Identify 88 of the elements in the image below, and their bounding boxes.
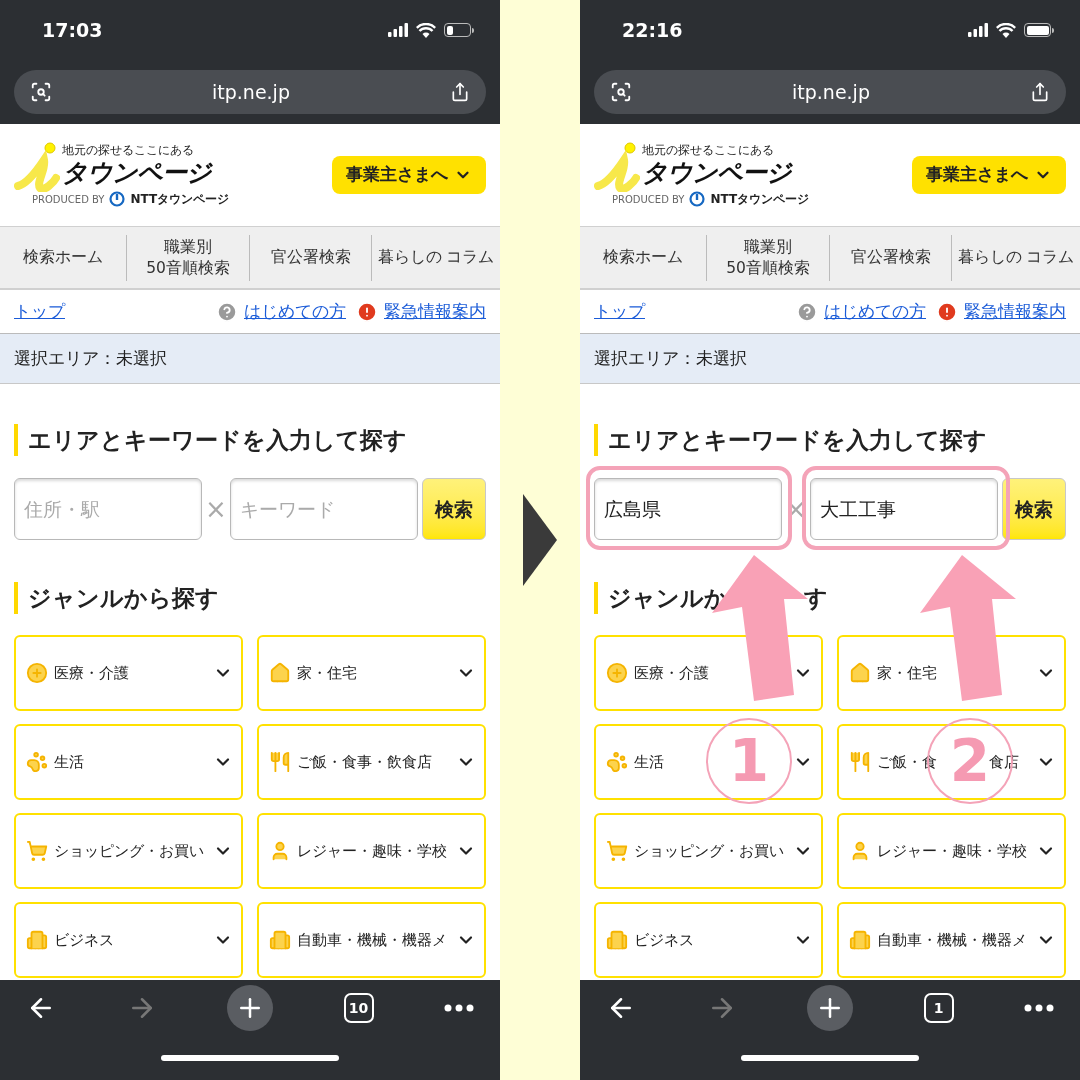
plus-circle-icon [26, 662, 48, 684]
genre-link[interactable]: 家・住宅 [297, 661, 357, 685]
more-icon[interactable] [1024, 1004, 1054, 1012]
nav-tab[interactable]: 官公署検索 [830, 234, 952, 281]
genre-link[interactable]: 生活 [54, 750, 84, 774]
wifi-icon [996, 22, 1016, 38]
business-button[interactable]: 事業主さまへ [912, 156, 1066, 194]
plus-circle-icon [606, 662, 628, 684]
address-bar[interactable]: itp.ne.jp [14, 70, 486, 114]
building-icon [606, 929, 628, 951]
genre-link[interactable]: ビジネス [54, 928, 114, 952]
more-icon[interactable] [444, 1004, 474, 1012]
info-link[interactable]: はじめての方 [824, 298, 926, 325]
nav-tab[interactable]: 検索ホーム [580, 234, 707, 281]
logo-i-icon [594, 142, 640, 192]
camera-search-icon[interactable] [30, 81, 52, 103]
keyword-field[interactable]: 大工工事 [810, 478, 998, 540]
logo-name: タウンページ [642, 158, 794, 188]
company-name: NTTタウンページ [130, 191, 230, 208]
logo-tagline: 地元の探せるここにある [62, 142, 195, 158]
house-icon [849, 662, 871, 684]
battery-icon [1024, 23, 1054, 37]
area-bar: 選択エリア：未選択 [0, 334, 500, 384]
nav-tab[interactable]: 職業別 50音順検索 [127, 234, 250, 281]
nav-tab[interactable]: 検索ホーム [0, 234, 127, 281]
share-icon[interactable] [450, 82, 470, 102]
help-icon [796, 300, 818, 323]
utensils-icon [849, 751, 871, 773]
building-icon [849, 929, 871, 951]
times-sign: × [204, 492, 228, 526]
alert-icon [356, 300, 378, 323]
genre-link[interactable]: 医療・介護 [634, 661, 709, 685]
wifi-icon [416, 22, 436, 38]
tab-count-button[interactable]: 1 [923, 993, 954, 1023]
signal-icon [388, 23, 408, 37]
cart-icon [26, 840, 48, 862]
share-icon[interactable] [1030, 82, 1050, 102]
genre-link[interactable]: 医療・介護 [54, 661, 129, 685]
produced-by-text: PRODUCED BY [32, 192, 105, 207]
top-link[interactable]: トップ [14, 298, 65, 325]
search-button[interactable]: 検索 [422, 478, 486, 540]
area-bar: 選択エリア：未選択 [580, 334, 1080, 384]
info-link[interactable]: はじめての方 [244, 298, 346, 325]
info-link[interactable]: 緊急情報案内 [964, 298, 1066, 325]
business-button[interactable]: 事業主さまへ [332, 156, 486, 194]
building-icon [26, 929, 48, 951]
battery-icon [444, 23, 474, 37]
nav-tab[interactable]: 職業別 50音順検索 [707, 234, 830, 281]
top-link[interactable]: トップ [594, 298, 645, 325]
section-heading: ジャンルから探す [28, 583, 219, 613]
status-time: 22:16 [622, 17, 683, 43]
ntt-logo-icon [689, 191, 706, 207]
genre-link[interactable]: ご飯・食事・飲食店 [297, 750, 432, 774]
building-icon [269, 929, 291, 951]
ntt-logo-icon [109, 191, 126, 207]
nav-tab[interactable]: 暮らしの コラム [952, 234, 1080, 281]
company-name: NTTタウンページ [710, 191, 810, 208]
address-bar[interactable]: itp.ne.jp [594, 70, 1066, 114]
area-field[interactable]: 広島県 [594, 478, 782, 540]
camera-search-icon[interactable] [610, 81, 632, 103]
paw-icon [26, 751, 48, 773]
produced-by-text: PRODUCED BY [612, 192, 685, 207]
utensils-icon [269, 751, 291, 773]
genre-link[interactable]: 生活 [634, 750, 664, 774]
step-number: 1 [727, 728, 771, 794]
tab-count-button[interactable]: 10 [343, 993, 374, 1023]
signal-icon [968, 23, 988, 37]
alert-icon [936, 300, 958, 323]
help-icon [216, 300, 238, 323]
nav-tab[interactable]: 官公署検索 [250, 234, 372, 281]
section-heading: す [804, 583, 828, 613]
new-tab-button[interactable] [807, 985, 853, 1031]
genre-link[interactable]: 家・住宅 [877, 661, 937, 685]
logo-name: タウンページ [62, 158, 214, 188]
paw-icon [606, 751, 628, 773]
cart-icon [606, 840, 628, 862]
house-icon [269, 662, 291, 684]
nav-tab[interactable]: 暮らしの コラム [372, 234, 500, 281]
logo-tagline: 地元の探せるここにある [642, 142, 775, 158]
logo-i-icon [14, 142, 60, 192]
genre-link[interactable]: ビジネス [634, 928, 694, 952]
search-button[interactable]: 検索 [1002, 478, 1066, 540]
info-link[interactable]: 緊急情報案内 [384, 298, 486, 325]
next-arrow-icon [523, 494, 557, 586]
status-time: 17:03 [42, 17, 103, 43]
section-heading: エリアとキーワードを入力して探す [608, 425, 987, 455]
new-tab-button[interactable] [227, 985, 273, 1031]
section-heading: エリアとキーワードを入力して探す [28, 425, 407, 455]
